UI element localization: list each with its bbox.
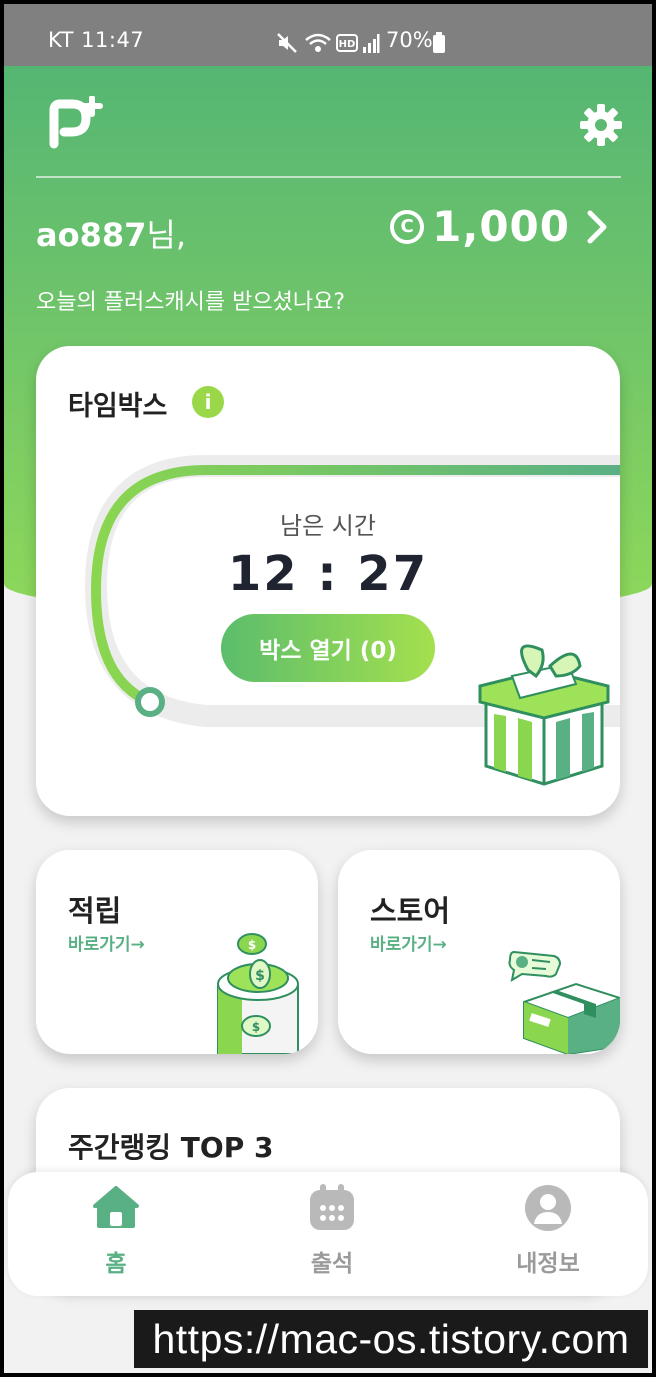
user-profile-icon: [525, 1185, 571, 1231]
earn-card-link[interactable]: 바로가기→: [68, 930, 145, 955]
battery-icon: [432, 32, 446, 58]
mute-icon: [276, 32, 298, 58]
bottom-navigation: 홈 출석 내정보: [8, 1172, 648, 1296]
username-suffix: 님,: [146, 216, 186, 254]
info-icon[interactable]: i: [192, 386, 224, 418]
coin-jar-icon: $ $ $: [217, 933, 299, 1054]
home-icon: [93, 1186, 139, 1228]
hd-icon: HD: [336, 34, 358, 56]
greeting-text: 오늘의 플러스캐시를 받으셨나요?: [36, 290, 346, 315]
nav-my-info-label: 내정보: [516, 1251, 580, 1277]
nav-home[interactable]: 홈: [56, 1184, 176, 1278]
calendar-icon: [310, 1184, 354, 1230]
store-card[interactable]: 스토어 바로가기→: [338, 850, 620, 1054]
cash-balance-value: 1,000: [432, 202, 570, 251]
svg-text:$: $: [255, 968, 265, 984]
nav-my-info[interactable]: 내정보: [488, 1184, 608, 1278]
svg-text:HD: HD: [339, 39, 356, 50]
battery-percent: 70%: [386, 28, 433, 52]
delivery-box-icon: [508, 950, 620, 1054]
nav-home-label: 홈: [105, 1251, 127, 1277]
wifi-icon: [304, 32, 332, 58]
open-box-button[interactable]: 박스 열기 (0): [221, 614, 435, 682]
remaining-time-label: 남은 시간: [280, 512, 376, 540]
nav-attendance[interactable]: 출석: [272, 1184, 392, 1278]
app-logo-icon: [49, 96, 103, 149]
timebox-title: 타임박스: [68, 391, 168, 422]
weekly-ranking-title: 주간랭킹 TOP 3: [68, 1131, 274, 1164]
status-bar: KT 11:47 HD 70%: [4, 4, 652, 66]
earn-card-title: 적립: [68, 894, 122, 928]
gift-box-icon: [478, 644, 610, 786]
cash-coin-icon: C: [390, 209, 425, 244]
store-card-title: 스토어: [370, 894, 451, 928]
svg-text:$: $: [252, 1020, 260, 1034]
timebox-card: 타임박스 i 남은 시간 12 : 27 박스 열기 (0): [36, 346, 620, 816]
nav-attendance-label: 출석: [310, 1251, 354, 1277]
store-card-link[interactable]: 바로가기→: [370, 930, 447, 955]
cash-balance-link[interactable]: C 1,000: [390, 202, 612, 251]
settings-gear-icon[interactable]: [578, 102, 624, 148]
phone-screen: KT 11:47 HD 70% ao887님, C 1,000 오늘의 플러스캐…: [4, 4, 652, 1373]
chevron-right-icon: [587, 210, 607, 243]
header-divider: [36, 176, 621, 178]
watermark-url: https://mac-os.tistory.com: [134, 1310, 648, 1368]
signal-icon: [362, 32, 380, 58]
user-greeting-name: ao887님,: [36, 210, 186, 256]
username-text: ao887: [36, 216, 147, 254]
svg-text:$: $: [248, 938, 256, 952]
carrier-time: KT 11:47: [48, 28, 145, 52]
earn-card[interactable]: 적립 바로가기→ $ $ $: [36, 850, 318, 1054]
remaining-time-value: 12 : 27: [227, 546, 429, 602]
